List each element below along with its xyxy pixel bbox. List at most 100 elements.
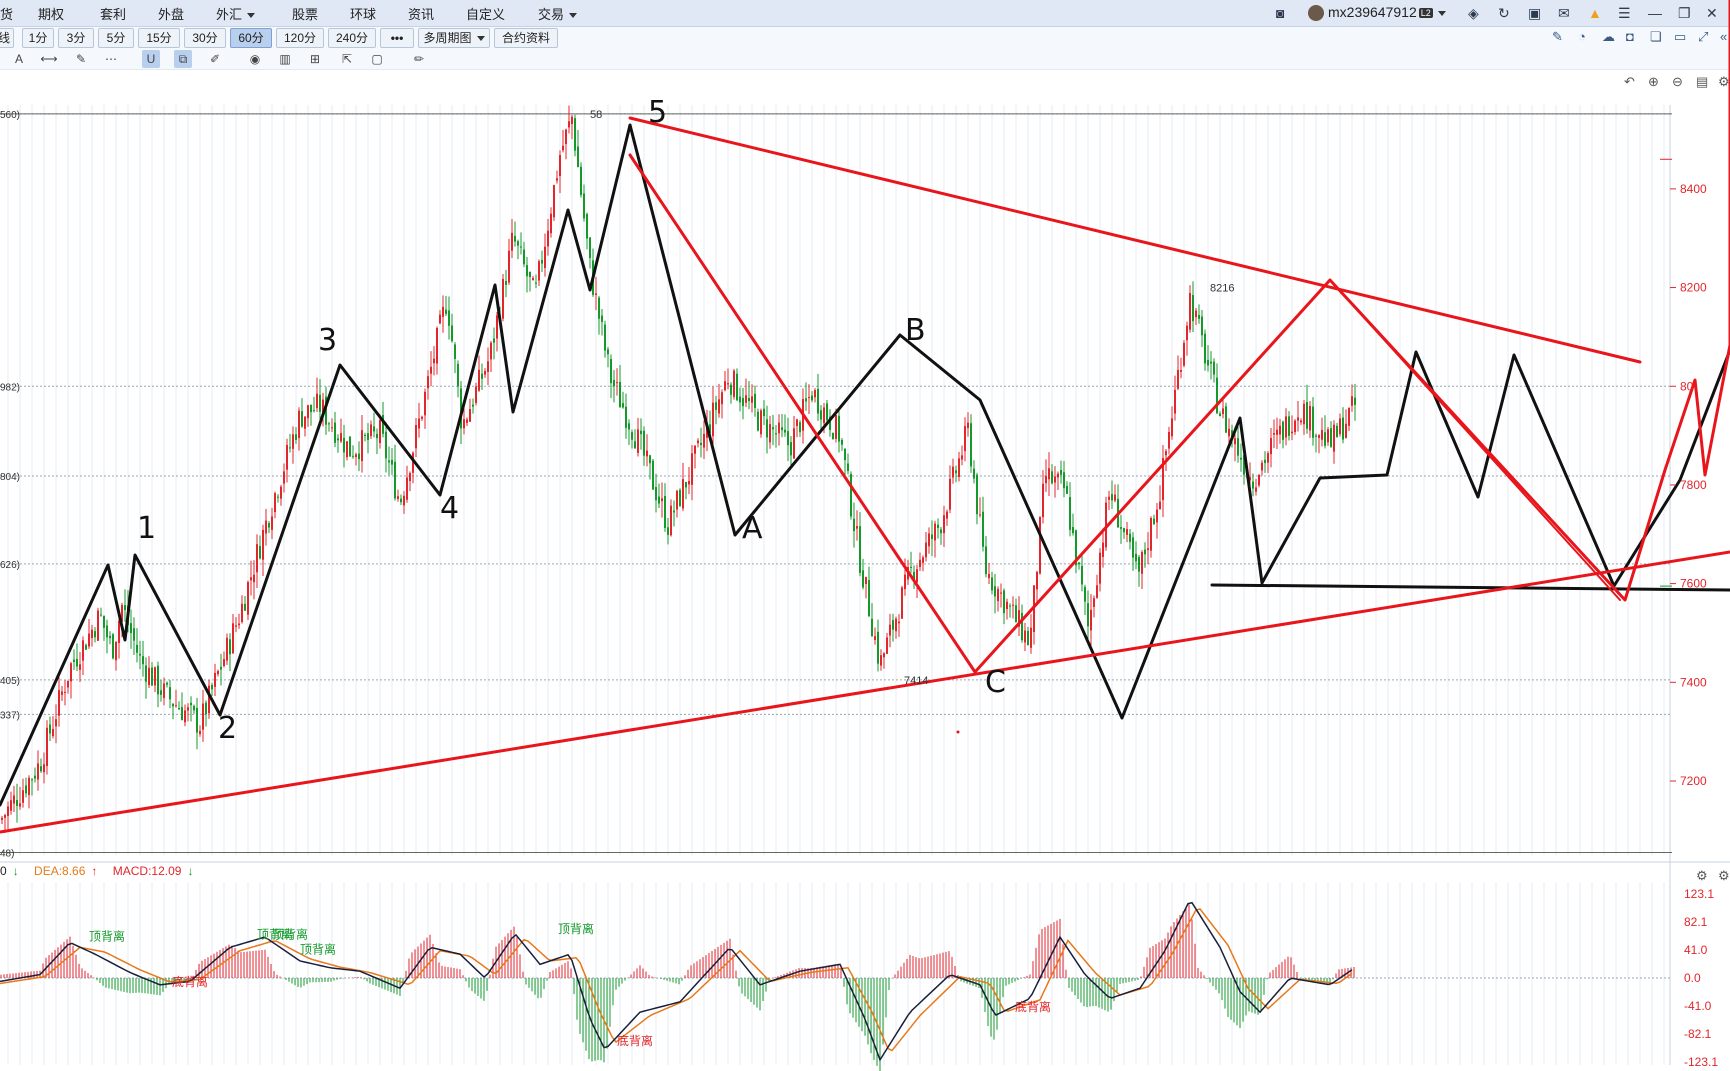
- candle-down: [139, 653, 141, 656]
- candle-up: [919, 559, 921, 568]
- candle-down: [301, 411, 303, 427]
- candle-down: [1084, 586, 1086, 602]
- candle-down: [766, 419, 768, 438]
- candle-down: [634, 441, 636, 449]
- macd-y-tick-label: -41.0: [1684, 999, 1712, 1013]
- candle-up: [808, 396, 810, 398]
- candle-up: [958, 458, 960, 477]
- wave-label: 3: [318, 323, 337, 358]
- candle-up: [418, 418, 420, 429]
- candle-down: [910, 566, 912, 568]
- candle-down: [1324, 432, 1326, 446]
- candle-up: [691, 453, 693, 485]
- candle-down: [748, 398, 750, 402]
- candle-up: [433, 358, 435, 364]
- candle-down: [1252, 481, 1254, 489]
- candle-up: [1102, 542, 1104, 557]
- candle-up: [262, 529, 264, 560]
- candle-up: [1114, 494, 1116, 501]
- candle-up: [532, 278, 534, 281]
- candle-up: [760, 410, 762, 435]
- candle-up: [13, 795, 15, 804]
- candle-up: [550, 213, 552, 234]
- candle-down: [313, 410, 315, 412]
- candle-up: [1321, 429, 1323, 440]
- candle-up: [1108, 496, 1110, 500]
- candle-down: [652, 460, 654, 490]
- candle-down: [850, 474, 852, 517]
- candle-up: [10, 800, 12, 811]
- candle-down: [1312, 406, 1314, 438]
- candle-up: [253, 574, 255, 583]
- divergence-label: 底背离: [617, 1033, 653, 1048]
- candle-up: [1090, 609, 1092, 631]
- candle-up: [52, 729, 54, 737]
- candle-up: [1261, 462, 1263, 471]
- candle-up: [7, 806, 9, 816]
- candle-down: [259, 546, 261, 559]
- candle-down: [1237, 438, 1239, 456]
- candle-up: [1267, 453, 1269, 463]
- candle-up: [331, 427, 333, 429]
- candle-up: [538, 261, 540, 281]
- candle-down: [586, 214, 588, 239]
- candle-up: [415, 425, 417, 449]
- candle-up: [952, 466, 954, 478]
- candle-up: [1006, 601, 1008, 609]
- candle-down: [457, 363, 459, 387]
- candle-down: [1087, 603, 1089, 627]
- candle-up: [1054, 476, 1056, 483]
- candle-up: [28, 777, 30, 796]
- candle-down: [1003, 590, 1005, 614]
- candle-up: [1165, 451, 1167, 456]
- candle-up: [184, 710, 186, 723]
- candle-up: [889, 624, 891, 636]
- divergence-label: 顶背离: [300, 941, 336, 956]
- candle-down: [451, 325, 453, 342]
- candle-up: [247, 582, 249, 615]
- candle-up: [511, 232, 513, 251]
- candle-up: [223, 659, 225, 666]
- candle-down: [1123, 528, 1125, 533]
- candle-up: [1168, 431, 1170, 449]
- candle-up: [250, 577, 252, 581]
- candle-down: [472, 404, 474, 407]
- candle-down: [73, 659, 75, 662]
- candle-down: [772, 427, 774, 430]
- candle-up: [316, 393, 318, 409]
- candle-up: [1030, 627, 1032, 648]
- candle-up: [1186, 325, 1188, 341]
- candle-up: [280, 486, 282, 499]
- candle-up: [61, 691, 63, 695]
- macd-y-tick-label: -123.1: [1684, 1055, 1718, 1069]
- candle-down: [1132, 537, 1134, 558]
- candle-down: [142, 656, 144, 665]
- y-tick-label: 80: [1680, 379, 1694, 393]
- candle-up: [232, 623, 234, 654]
- left-price-label: 626): [0, 560, 20, 571]
- candle-down: [940, 529, 942, 534]
- candle-down: [181, 707, 183, 721]
- candle-up: [19, 803, 21, 807]
- candle-down: [193, 706, 195, 711]
- candle-down: [775, 433, 777, 435]
- candle-down: [811, 395, 813, 401]
- candle-up: [1351, 396, 1353, 406]
- macd-y-tick-label: 82.1: [1684, 915, 1708, 929]
- candle-down: [535, 282, 537, 284]
- candle-down: [805, 398, 807, 402]
- chart-canvas[interactable]: 1 2 3 4 5 A B C 560) 982) 804) 626) 405) 337) 48) 7200…: [0, 0, 1730, 1071]
- candle-up: [778, 422, 780, 434]
- candle-up: [217, 671, 219, 675]
- candle-up: [1000, 592, 1002, 594]
- candle-up: [163, 683, 165, 699]
- candle-down: [109, 635, 111, 639]
- candle-up: [904, 574, 906, 590]
- candle-down: [1336, 425, 1338, 438]
- candle-up: [97, 610, 99, 641]
- candle-up: [1180, 369, 1182, 372]
- candle-down: [1081, 565, 1083, 585]
- candle-up: [187, 707, 189, 711]
- candle-up: [571, 116, 573, 124]
- candle-up: [1297, 417, 1299, 421]
